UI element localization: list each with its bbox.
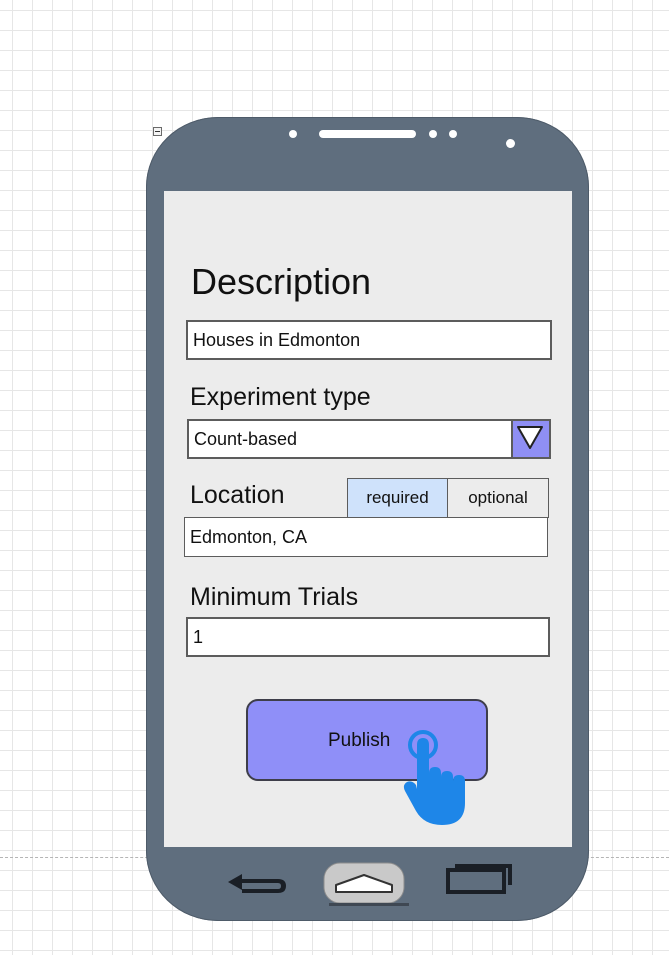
sensor-dot: [289, 130, 297, 138]
publish-button[interactable]: Publish: [246, 699, 488, 825]
speaker-grille: [319, 130, 416, 138]
recent-apps-icon[interactable]: [444, 861, 516, 895]
description-input[interactable]: Houses in Edmonton: [186, 320, 552, 360]
experiment-type-label: Experiment type: [190, 383, 371, 411]
navigation-bar: [146, 847, 589, 921]
phone-screen: Description Houses in Edmonton Experimen…: [164, 191, 572, 847]
sensor-dot: [429, 130, 437, 138]
location-label: Location: [190, 481, 285, 509]
publish-button-label: Publish: [328, 730, 391, 751]
minimum-trials-label: Minimum Trials: [190, 583, 359, 611]
chevron-down-icon: [517, 426, 543, 449]
location-optional-toggle[interactable]: optional: [447, 478, 549, 518]
phone-mockup: Description Houses in Edmonton Experimen…: [146, 117, 589, 921]
collapse-icon[interactable]: [153, 127, 162, 136]
sensor-dot: [449, 130, 457, 138]
home-icon[interactable]: [323, 862, 409, 906]
experiment-type-value: Count-based: [194, 429, 298, 449]
location-required-toggle[interactable]: required: [347, 478, 448, 518]
hand-pointer-icon: [403, 730, 465, 825]
experiment-type-select[interactable]: Count-based: [187, 419, 551, 459]
description-heading: Description: [191, 261, 372, 302]
back-arrow-icon[interactable]: [220, 869, 290, 899]
camera-dot: [506, 139, 515, 148]
location-input[interactable]: Edmonton, CA: [184, 517, 548, 557]
dropdown-button[interactable]: [511, 421, 549, 457]
minimum-trials-input[interactable]: 1: [186, 617, 550, 657]
